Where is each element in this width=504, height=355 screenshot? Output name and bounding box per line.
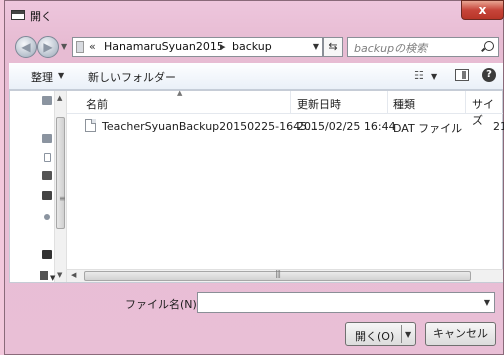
window-icon [11, 10, 25, 20]
navigation-pane-scrollbar[interactable]: ▲ ≡ ▼ [54, 91, 67, 282]
horizontal-scrollbar[interactable]: ◀ ||| [67, 269, 503, 282]
scroll-grip-icon: ≡ [59, 194, 66, 203]
open-button[interactable]: 開く(O) ▼ [345, 322, 416, 346]
split-divider [401, 325, 402, 343]
navigation-bar: ◀ ▶ ▼ « HanamaruSyuan2015 ▸ backup ▼ ⇆ b… [5, 33, 503, 61]
address-bar[interactable]: « HanamaruSyuan2015 ▸ backup ▼ [72, 37, 323, 57]
forward-arrow-icon: ▶ [43, 40, 53, 54]
horizontal-scroll-thumb[interactable]: ||| [84, 269, 471, 281]
breadcrumb-item-backup[interactable]: backup [232, 40, 272, 53]
open-options-dropdown-icon[interactable]: ▼ [405, 330, 411, 339]
search-input[interactable]: backupの検索 [354, 40, 427, 56]
file-size: 216 [493, 120, 504, 133]
sort-ascending-icon: ▲ [177, 89, 183, 97]
folder-icon [76, 41, 84, 53]
column-divider[interactable] [387, 91, 388, 113]
network-icon[interactable]: ▼ [38, 269, 55, 282]
new-folder-button[interactable]: 新しいフォルダー [88, 69, 176, 85]
file-browser: ▲ ≡ ▼ ▲ 名前 更新日時 種類 サイズ TeacherSyuanBacku… [9, 89, 504, 283]
organize-button[interactable]: 整理 [31, 69, 53, 85]
column-divider[interactable] [290, 91, 291, 113]
breadcrumb-separator-icon[interactable]: ▸ [220, 40, 226, 53]
favorites-icon[interactable] [42, 96, 52, 105]
scroll-left-icon[interactable]: ◀ [71, 271, 76, 279]
scroll-grip-icon: ||| [275, 269, 281, 278]
column-divider[interactable] [465, 91, 466, 113]
file-name: TeacherSyuanBackup20150225-1645... [102, 120, 318, 133]
back-button[interactable]: ◀ [15, 36, 37, 58]
column-header-name[interactable]: 名前 [86, 96, 108, 112]
navigation-pane[interactable] [10, 91, 54, 282]
table-row[interactable]: TeacherSyuanBackup20150225-1645... 2015/… [67, 115, 504, 137]
music-icon[interactable] [44, 214, 50, 220]
vertical-scroll-thumb[interactable]: ≡ [56, 117, 66, 229]
close-button[interactable]: x [461, 0, 504, 20]
view-dropdown-icon[interactable]: ▼ [431, 72, 437, 81]
breadcrumb-item-hanamarusyuan2015[interactable]: HanamaruSyuan2015 [104, 40, 224, 53]
refresh-icon: ⇆ [328, 40, 338, 53]
address-dropdown-icon[interactable]: ▼ [313, 42, 319, 51]
command-bar: 整理 ▼ 新しいフォルダー ☷ ▼ ? [9, 63, 503, 90]
help-icon[interactable]: ? [482, 68, 496, 82]
recent-pages-dropdown-icon[interactable]: ▼ [61, 42, 67, 51]
file-name-dropdown-icon[interactable]: ▼ [484, 298, 490, 307]
pictures-icon[interactable] [42, 171, 52, 180]
file-type: DAT ファイル [393, 122, 463, 135]
file-list: ▲ 名前 更新日時 種類 サイズ TeacherSyuanBackup20150… [67, 89, 504, 269]
videos-icon[interactable] [42, 191, 52, 200]
file-name-label: ファイル名(N): [125, 298, 201, 311]
title-bar[interactable]: 開く x [5, 0, 504, 33]
refresh-button[interactable]: ⇆ [323, 37, 343, 57]
column-header-date[interactable]: 更新日時 [297, 96, 341, 112]
file-name-input[interactable]: ▼ [197, 292, 495, 313]
scroll-up-icon[interactable]: ▲ [57, 94, 62, 102]
search-box[interactable]: backupの検索 [347, 37, 499, 57]
preview-pane-icon[interactable] [455, 69, 469, 81]
open-file-dialog: 開く x ◀ ▶ ▼ « HanamaruSyuan2015 ▸ backup … [4, 0, 504, 355]
libraries-icon[interactable] [42, 134, 52, 143]
cancel-button[interactable]: キャンセル [425, 322, 496, 346]
view-options-icon[interactable]: ☷ [414, 69, 426, 82]
file-date: 2015/02/25 16:44 [297, 120, 396, 133]
column-header-type[interactable]: 種類 [393, 96, 415, 112]
window-title: 開く [30, 10, 52, 23]
organize-dropdown-icon[interactable]: ▼ [58, 71, 64, 80]
documents-icon[interactable] [44, 153, 51, 162]
computer-icon[interactable] [42, 250, 52, 259]
back-arrow-icon: ◀ [21, 40, 31, 54]
file-icon [85, 119, 96, 132]
scroll-down-icon[interactable]: ▼ [57, 271, 62, 279]
search-icon[interactable] [484, 41, 494, 51]
breadcrumb-overflow[interactable]: « [89, 40, 96, 53]
column-headers: ▲ 名前 更新日時 種類 サイズ [67, 89, 503, 127]
forward-button[interactable]: ▶ [37, 36, 59, 58]
open-button-label[interactable]: 開く(O) [355, 328, 394, 344]
